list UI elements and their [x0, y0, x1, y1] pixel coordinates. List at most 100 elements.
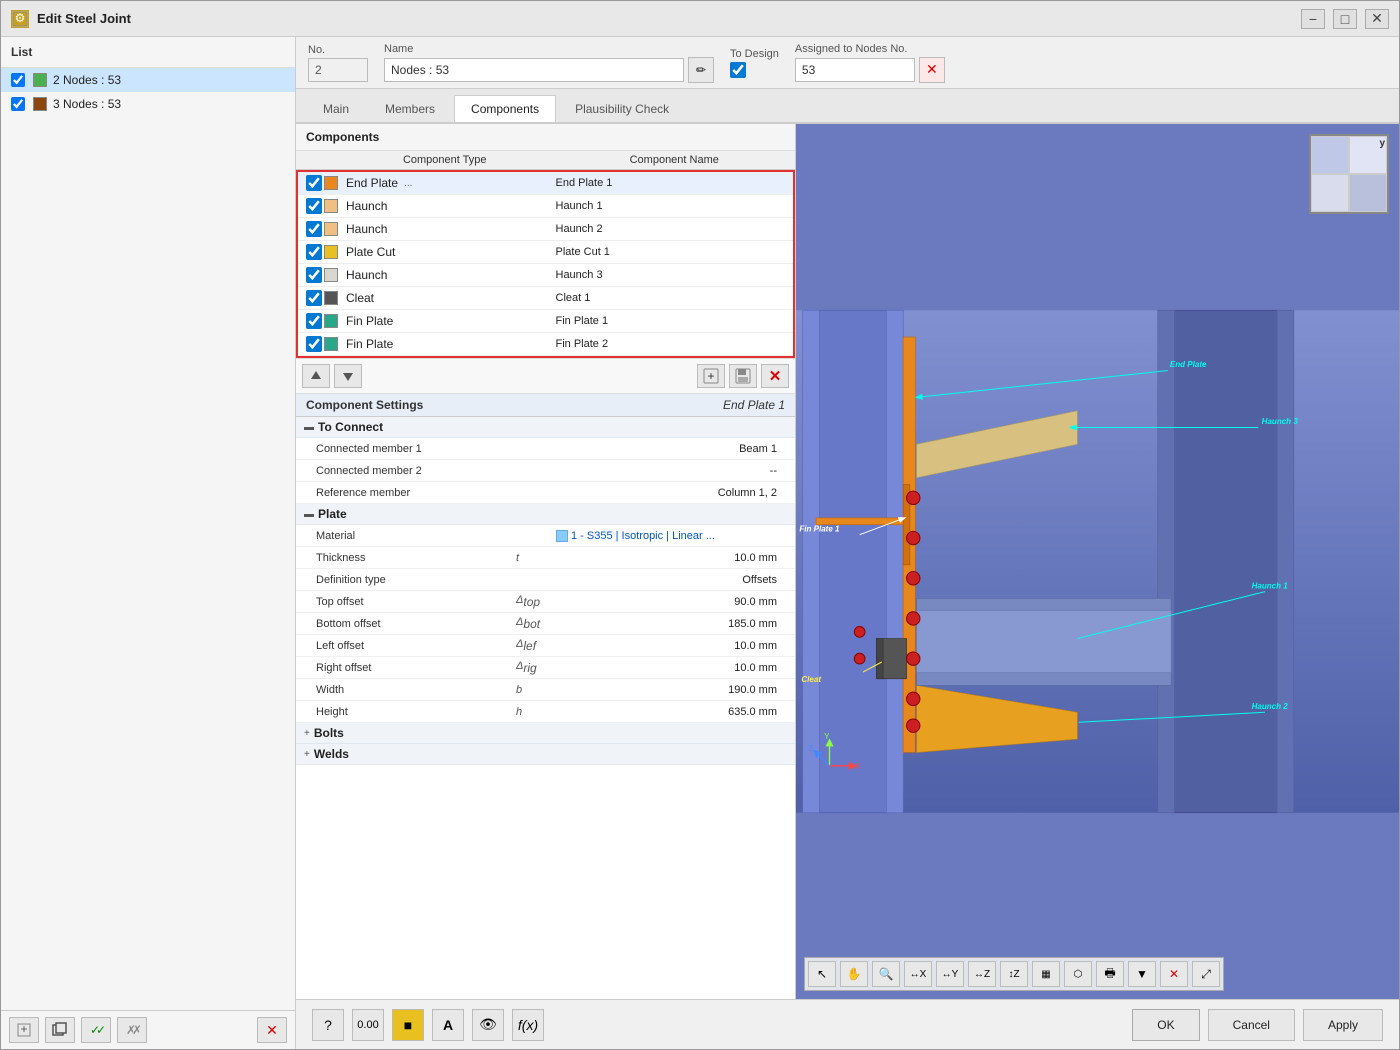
no-input[interactable]: [308, 58, 368, 82]
delete-node-button[interactable]: ✕: [257, 1017, 287, 1043]
vp-view1-button[interactable]: ▦: [1032, 961, 1060, 987]
comp-row-haunch-3[interactable]: Haunch Haunch 3: [298, 264, 793, 287]
add-component-button[interactable]: +: [697, 364, 725, 388]
comp-row-end-plate[interactable]: End Plate ... End Plate 1: [298, 172, 793, 195]
comp-row-haunch-1[interactable]: Haunch Haunch 1: [298, 195, 793, 218]
comp-name-haunch-1: Haunch 1: [556, 200, 788, 212]
zero-button[interactable]: 0.00: [352, 1009, 384, 1041]
vp-rotate-x-button[interactable]: ↔X: [904, 961, 932, 987]
uncheck-button[interactable]: ✗✗: [117, 1017, 147, 1043]
comp-check-haunch-2[interactable]: [304, 221, 324, 237]
tab-components[interactable]: Components: [454, 95, 556, 122]
vp-print-button[interactable]: 🖶: [1096, 961, 1124, 987]
tab-main[interactable]: Main: [306, 95, 366, 122]
vp-expand-button[interactable]: ⤢: [1192, 961, 1220, 987]
comp-row-fin-plate-2[interactable]: Fin Plate Fin Plate 2: [298, 333, 793, 356]
sidebar-list: 2 Nodes : 53 3 Nodes : 53: [1, 68, 295, 1010]
mini-map[interactable]: y: [1309, 134, 1389, 214]
group-bolts[interactable]: + Bolts: [296, 723, 795, 744]
apply-button[interactable]: Apply: [1303, 1009, 1383, 1041]
group-plate-expand-icon: ▬: [304, 509, 314, 520]
comp-check-haunch-1[interactable]: [304, 198, 324, 214]
vp-zoom-button[interactable]: 🔍: [872, 961, 900, 987]
vp-rotate-z-button[interactable]: ↔Z: [968, 961, 996, 987]
comp-row-fin-plate-1[interactable]: Fin Plate Fin Plate 1: [298, 310, 793, 333]
close-button[interactable]: ✕: [1365, 9, 1389, 29]
text-button[interactable]: A: [432, 1009, 464, 1041]
tab-plausibility-check[interactable]: Plausibility Check: [558, 95, 686, 122]
3d-viewport[interactable]: End Plate Haunch 3 Fin Plate 1 Haunch 1 …: [796, 124, 1399, 999]
comp-check-haunch-3[interactable]: [304, 267, 324, 283]
comp-row-plate-cut[interactable]: Plate Cut Plate Cut 1: [298, 241, 793, 264]
view-button[interactable]: 👁: [472, 1009, 504, 1041]
prop-val-material[interactable]: 1 - S355 | Isotropic | Linear ...: [556, 530, 785, 542]
to-design-checkbox[interactable]: [730, 62, 746, 78]
comp-color-end-plate: [324, 176, 338, 190]
edit-name-button[interactable]: ✏: [688, 57, 714, 83]
comp-check-fin-plate-2[interactable]: [304, 336, 324, 352]
settings-title: Component Settings: [306, 398, 423, 412]
comp-check-fin-plate-1[interactable]: [304, 313, 324, 329]
prop-label-reference-member: Reference member: [316, 487, 516, 499]
comp-type-label-plate-cut: Plate Cut: [346, 245, 395, 259]
cancel-button[interactable]: Cancel: [1208, 1009, 1295, 1041]
prop-val-height: 635.0 mm: [556, 706, 785, 718]
prop-label-height: Height: [316, 706, 516, 718]
prop-top-offset: Top offset Δtop 90.0 mm: [296, 591, 795, 613]
move-up-button[interactable]: [302, 364, 330, 388]
assigned-input[interactable]: [795, 58, 915, 82]
duplicate-button[interactable]: [45, 1017, 75, 1043]
vp-render-button[interactable]: ▼: [1128, 961, 1156, 987]
name-input[interactable]: [384, 58, 684, 82]
vp-view2-button[interactable]: ⬡: [1064, 961, 1092, 987]
sidebar-item-2-checkbox[interactable]: [11, 73, 25, 87]
vp-close-view-button[interactable]: ✕: [1160, 961, 1188, 987]
minimize-button[interactable]: −: [1301, 9, 1325, 29]
check-button[interactable]: ✓✓: [81, 1017, 111, 1043]
vp-hand-button[interactable]: ✋: [840, 961, 868, 987]
sidebar-item-3[interactable]: 3 Nodes : 53: [1, 92, 295, 116]
prop-label-right-offset: Right offset: [316, 662, 516, 674]
clear-assigned-button[interactable]: ✕: [919, 57, 945, 83]
comp-row-haunch-2[interactable]: Haunch Haunch 2: [298, 218, 793, 241]
comp-row-cleat[interactable]: Cleat Cleat 1: [298, 287, 793, 310]
sidebar-item-2[interactable]: 2 Nodes : 53: [1, 68, 295, 92]
comp-ellipsis-end-plate[interactable]: ...: [402, 178, 414, 189]
sidebar-item-3-checkbox[interactable]: [11, 97, 25, 111]
help-button[interactable]: ?: [312, 1009, 344, 1041]
vp-rotate-y-button[interactable]: ↔Y: [936, 961, 964, 987]
save-component-button[interactable]: [729, 364, 757, 388]
prop-sym-height: h: [516, 706, 556, 718]
move-down-button[interactable]: [334, 364, 362, 388]
comp-name-haunch-3: Haunch 3: [556, 269, 788, 281]
group-welds[interactable]: + Welds: [296, 744, 795, 765]
remove-component-button[interactable]: ✕: [761, 364, 789, 388]
ok-button[interactable]: OK: [1132, 1009, 1199, 1041]
split-pane: Components Component Type Component Name: [296, 124, 1399, 999]
vp-cursor-button[interactable]: ↖: [808, 961, 836, 987]
add-node-button[interactable]: +: [9, 1017, 39, 1043]
prop-val-thickness: 10.0 mm: [556, 552, 785, 564]
tab-members[interactable]: Members: [368, 95, 452, 122]
comp-check-plate-cut[interactable]: [304, 244, 324, 260]
vp-rotate-z2-button[interactable]: ↕Z: [1000, 961, 1028, 987]
to-design-label: To Design: [730, 48, 779, 60]
group-plate[interactable]: ▬ Plate: [296, 504, 795, 525]
group-to-connect[interactable]: ▬ To Connect: [296, 417, 795, 438]
maximize-button[interactable]: □: [1333, 9, 1357, 29]
svg-text:Z: Z: [808, 744, 813, 753]
color-button[interactable]: ■: [392, 1009, 424, 1041]
assigned-nodes-group: Assigned to Nodes No. ✕: [795, 43, 945, 83]
group-to-connect-label: To Connect: [318, 420, 383, 434]
comp-check-end-plate[interactable]: [304, 175, 324, 191]
prop-label-connected-member-1: Connected member 1: [316, 443, 516, 455]
to-design-group: To Design: [730, 48, 779, 78]
group-plate-label: Plate: [318, 507, 347, 521]
function-button[interactable]: f(x): [512, 1009, 544, 1041]
svg-text:Haunch 2: Haunch 2: [1252, 702, 1289, 711]
comp-type-haunch-3: Haunch: [324, 268, 556, 282]
svg-text:Haunch 1: Haunch 1: [1252, 581, 1289, 590]
bottom-left-icons: ? 0.00 ■ A 👁 f(x): [312, 1009, 1124, 1041]
content-area: List 2 Nodes : 53 3 Nodes : 53 +: [1, 37, 1399, 1049]
comp-check-cleat[interactable]: [304, 290, 324, 306]
